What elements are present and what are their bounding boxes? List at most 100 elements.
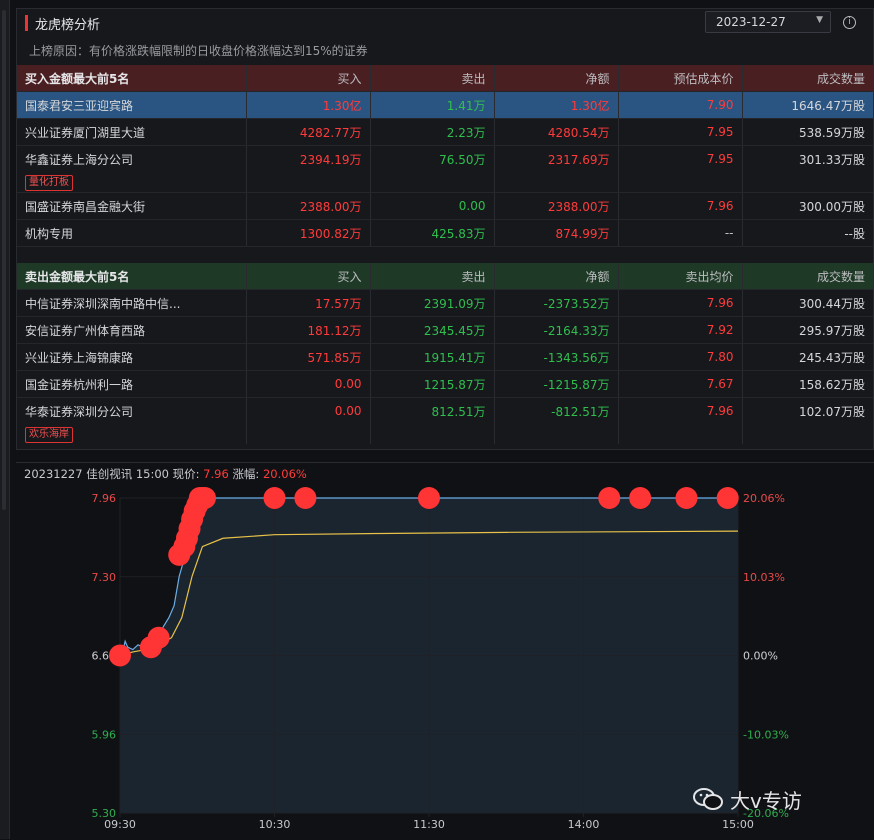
avg-sell-price: 7.92 [618,316,743,344]
broker-name: 华鑫证券上海分公司 [17,145,247,172]
net-amount: 2317.69万 [494,145,619,172]
trade-marker [716,487,739,509]
volume: 538.59万股 [742,118,873,146]
table-row[interactable]: 国盛证券南昌金融大街 2388.00万 0.00 2388.00万 7.96 3… [17,192,873,220]
avg-sell-price: 7.80 [618,343,743,371]
buy-amount: 2394.19万 [246,145,371,172]
wechat-icon [693,788,723,810]
table-row[interactable]: 国金证券杭州利一路 0.00 1215.87万 -1215.87万 7.67 1… [17,370,873,398]
cost-price: -- [618,219,743,247]
panel-title: 龙虎榜分析 [35,18,101,33]
intraday-chart[interactable]: 7.96 20.06%7.30 10.03%6.63 0.00%5.96 -10.03%… [16,463,874,840]
intraday-chart-panel: 20231227 佳创视讯 15:00 现价: 7.96 涨幅: 20.06% … [16,462,874,840]
left-scrollbar[interactable] [0,0,10,839]
sell-amount: 1915.41万 [370,343,495,371]
col-header[interactable]: 净额 [494,65,619,92]
col-header[interactable]: 卖出均价 [618,263,743,290]
tag-cell: 量化打板 [17,172,247,193]
tag-cell: 欢乐海岸 [17,424,247,444]
trade-marker [294,487,317,509]
net-amount: 874.99万 [494,219,619,247]
buy-amount: 4282.77万 [246,118,371,146]
broker-name: 中信证券深圳深南中路中信... [17,289,247,317]
y-left-tick-label: 5.96 [92,728,117,741]
trade-marker [418,487,440,509]
broker-name: 安信证券广州体育西路 [17,316,247,344]
broker-name: 兴业证券厦门湖里大道 [17,118,247,146]
broker-name: 机构专用 [17,219,247,247]
table-row[interactable]: 机构专用 1300.82万 425.83万 874.99万 -- --股 [17,219,873,247]
avg-sell-price: 7.96 [618,289,743,317]
watermark: 大v专访 [693,785,802,814]
table-row[interactable]: 中信证券深圳深南中路中信... 17.57万 2391.09万 -2373.52… [17,289,873,317]
col-header[interactable]: 成交数量 [742,65,873,92]
net-amount: -812.51万 [494,397,619,424]
net-amount: -1215.87万 [494,370,619,398]
sell-amount: 0.00 [370,192,495,220]
trade-marker [193,487,216,509]
sell-amount: 425.83万 [370,219,495,247]
broker-tag[interactable]: 量化打板 [25,174,73,191]
table-row[interactable]: 兴业证券厦门湖里大道 4282.77万 2.23万 4280.54万 7.95 … [17,118,873,146]
info-icon[interactable]: i [843,16,856,29]
trade-marker [675,487,698,509]
trade-marker [629,487,652,509]
buy-amount: 17.57万 [246,289,371,317]
table-row[interactable]: 国泰君安三亚迎宾路 1.30亿 1.41万 1.30亿 7.90 1646.47… [17,91,873,119]
y-left-tick-label: 7.30 [92,571,117,584]
broker-name: 兴业证券上海锦康路 [17,343,247,371]
buy-amount: 571.85万 [246,343,371,371]
col-header[interactable]: 预估成本价 [618,65,743,92]
net-amount: 2388.00万 [494,192,619,220]
net-amount: -2164.33万 [494,316,619,344]
dragon-tiger-panel: 龙虎榜分析 2023-12-27 ▼ i 上榜原因：有价格涨跌幅限制的日收盘价格… [16,8,874,450]
tag-row: 欢乐海岸 [17,424,873,444]
y-right-tick-label: 20.06% [743,492,785,505]
volume: 301.33万股 [799,152,865,167]
buy-amount: 0.00 [246,397,371,424]
buy-table-header: 买入金额最大前5名 买入 卖出 净额 预估成本价 成交数量 [17,65,873,92]
col-header[interactable]: 净额 [494,263,619,290]
avg-sell-price: 7.96 [618,397,743,424]
title-accent-bar [25,15,28,31]
volume: 295.97万股 [742,316,873,344]
col-header[interactable]: 卖出 [370,65,495,92]
col-header[interactable]: 买入 [246,65,371,92]
broker-name: 国金证券杭州利一路 [17,370,247,398]
trade-marker [147,626,170,649]
volume: 300.00万股 [742,192,873,220]
panel-header: 龙虎榜分析 2023-12-27 ▼ i [17,9,873,37]
sell-amount: 812.51万 [370,397,495,424]
x-tick-label: 14:00 [568,818,600,831]
y-right-tick-label: -10.03% [743,728,789,741]
tag-row: 量化打板 [17,172,873,193]
broker-tag[interactable]: 欢乐海岸 [25,426,73,443]
table-row[interactable]: 华泰证券深圳分公司 0.00 812.51万 -812.51万 7.96 102… [17,397,873,424]
sell-amount: 2391.09万 [370,289,495,317]
volume: --股 [742,219,873,247]
sell-amount: 1.41万 [370,91,495,119]
net-amount: 1.30亿 [494,91,619,119]
date-select[interactable]: 2023-12-27 ▼ [705,11,831,33]
volume: 158.62万股 [742,370,873,398]
col-header[interactable]: 成交数量 [742,263,873,290]
buy-amount: 181.12万 [246,316,371,344]
net-amount: -2373.52万 [494,289,619,317]
table-row[interactable]: 安信证券广州体育西路 181.12万 2345.45万 -2164.33万 7.… [17,316,873,344]
col-header[interactable]: 卖出 [370,263,495,290]
sell-amount: 76.50万 [370,145,495,172]
scrollbar-thumb[interactable] [2,10,6,510]
y-right-tick-label: 10.03% [743,571,785,584]
table-row[interactable]: 兴业证券上海锦康路 571.85万 1915.41万 -1343.56万 7.8… [17,343,873,371]
avg-sell-price: 7.67 [618,370,743,398]
table-row[interactable]: 华鑫证券上海分公司 2394.19万 76.50万 2317.69万 7.95 … [17,145,873,172]
net-amount: 4280.54万 [494,118,619,146]
y-left-tick-label: 7.96 [92,492,117,505]
chevron-down-icon: ▼ [816,15,823,25]
col-header[interactable]: 买入 [246,263,371,290]
col-header: 卖出金额最大前5名 [17,263,247,290]
cost-price: 7.96 [618,192,743,220]
x-tick-label: 10:30 [259,818,291,831]
listing-reason: 上榜原因：有价格涨跌幅限制的日收盘价格涨幅达到15%的证券 [29,44,368,58]
date-value: 2023-12-27 [716,15,786,29]
